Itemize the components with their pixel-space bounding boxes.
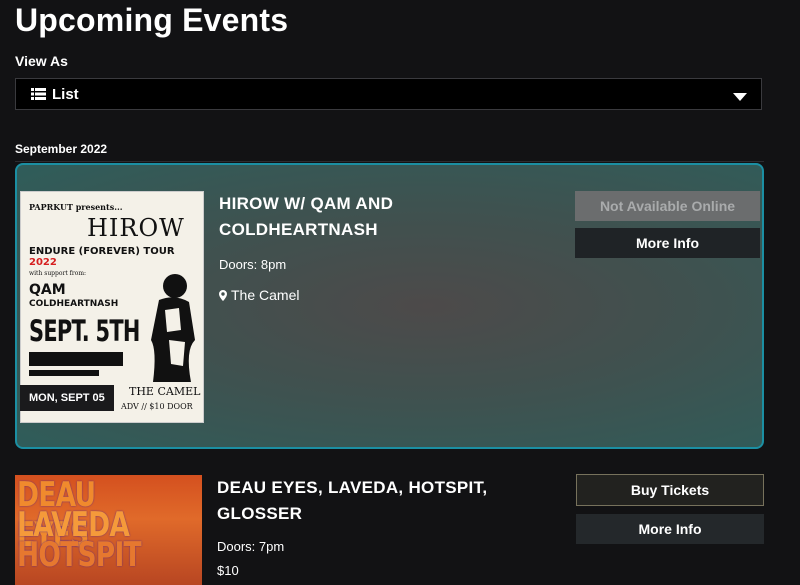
event-card: PAPRKUT presents... HIROW ENDURE (FOREVE… bbox=[15, 163, 764, 449]
poster-graphic bbox=[29, 370, 99, 376]
view-as-select[interactable]: List bbox=[15, 78, 762, 110]
event-title[interactable]: HIROW W/ QAM AND COLDHEARTNASH bbox=[219, 191, 393, 243]
poster-support-label: with support from: bbox=[29, 270, 87, 277]
poster-venue: THE CAMEL bbox=[129, 385, 201, 398]
event-venue[interactable]: The Camel bbox=[219, 287, 299, 303]
view-as-label: View As bbox=[15, 53, 68, 69]
list-icon bbox=[31, 88, 46, 100]
poster-figure-illustration bbox=[151, 274, 195, 382]
poster-text: HOTSPIT bbox=[17, 535, 142, 575]
poster-price: ADV // $10 DOOR bbox=[121, 402, 193, 411]
month-heading: September 2022 bbox=[15, 142, 108, 156]
event-title[interactable]: DEAU EYES, LAVEDA, HOTSPIT, GLOSSER bbox=[217, 475, 487, 527]
more-info-button[interactable]: More Info bbox=[576, 514, 764, 544]
event-doors: Doors: 8pm bbox=[219, 257, 287, 272]
event-doors: Doors: 7pm bbox=[217, 539, 285, 554]
map-pin-icon bbox=[219, 290, 227, 301]
event-poster[interactable]: DEAU EYES LAVEDA HOTSPIT bbox=[15, 475, 202, 585]
poster-date: SEPT. 5TH bbox=[29, 314, 140, 348]
poster-graphic bbox=[29, 352, 123, 366]
view-as-selected: List bbox=[52, 86, 79, 103]
date-badge: MON, SEPT 05 bbox=[20, 385, 114, 411]
poster-headliner: HIROW bbox=[87, 214, 185, 242]
poster-support-1: QAM bbox=[29, 282, 66, 298]
event-price: $10 bbox=[217, 563, 239, 578]
divider bbox=[15, 161, 764, 162]
not-available-online-button: Not Available Online bbox=[575, 191, 760, 221]
buy-tickets-button[interactable]: Buy Tickets bbox=[576, 474, 764, 506]
more-info-button[interactable]: More Info bbox=[575, 228, 760, 258]
poster-presenter: PAPRKUT presents... bbox=[29, 202, 123, 212]
poster-tour: ENDURE (FOREVER) TOUR 2022 bbox=[29, 246, 175, 268]
poster-support-2: COLDHEARTNASH bbox=[29, 299, 119, 309]
page-title: Upcoming Events bbox=[15, 2, 289, 38]
chevron-down-icon bbox=[733, 93, 747, 101]
